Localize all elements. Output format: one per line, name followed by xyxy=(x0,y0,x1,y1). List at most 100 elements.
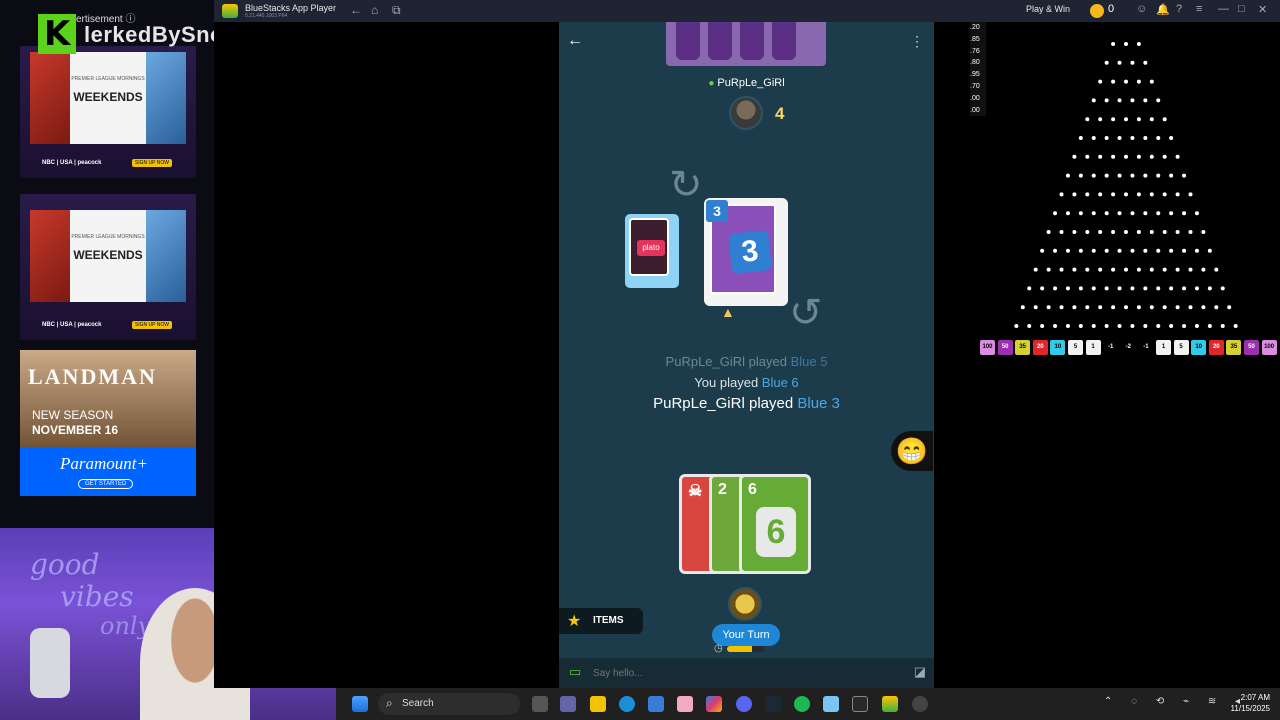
get-started-button[interactable]: GET STARTED xyxy=(78,479,134,489)
items-button[interactable]: ★ ITEMS xyxy=(559,608,643,634)
plinko-peg xyxy=(1124,79,1128,84)
system-tray[interactable]: ⌃ ◌ ⟲ ⌁ ≋ ◂ xyxy=(1104,696,1248,707)
taskbar-clock[interactable]: 2:07 AM 11/15/2025 xyxy=(1231,692,1270,714)
plinko-peg xyxy=(1194,324,1199,328)
opponent-avatar[interactable] xyxy=(729,96,763,130)
obs-icon[interactable] xyxy=(912,696,928,712)
plinko-bucket: 35 xyxy=(1226,340,1242,355)
plinko-bucket: 50 xyxy=(1244,340,1259,355)
notepad-icon[interactable] xyxy=(823,696,839,712)
plinko-peg xyxy=(1072,192,1077,197)
task-view-icon[interactable] xyxy=(532,696,548,712)
spotify-icon[interactable] xyxy=(794,696,810,712)
emoji-button[interactable]: 😁 xyxy=(891,431,933,471)
plinko-peg xyxy=(1156,286,1161,291)
plinko-peg xyxy=(1040,324,1045,328)
app-icon[interactable] xyxy=(677,696,693,712)
log-card: Blue 5 xyxy=(790,354,828,369)
store-icon[interactable] xyxy=(648,696,664,712)
minimize-icon[interactable]: — xyxy=(1218,3,1229,15)
turn-timer xyxy=(727,646,765,652)
plinko-peg xyxy=(1020,305,1025,310)
uno-game-panel: ← ⋮ ● PuRpLe_GiRl 4 ↻ ↺ plato 3 3 ▲ PuRp… xyxy=(559,22,934,688)
plinko-peg xyxy=(1143,136,1148,140)
taskbar-search[interactable]: ⌕ Search xyxy=(378,693,520,715)
plinko-peg xyxy=(1098,230,1103,234)
ad-title: WEEKENDS xyxy=(73,248,143,262)
plinko-peg xyxy=(1111,42,1116,46)
player-avatar[interactable] xyxy=(728,587,762,621)
sticker-icon[interactable]: ◪ xyxy=(914,664,926,680)
close-icon[interactable]: ✕ xyxy=(1258,3,1267,16)
file-explorer-icon[interactable] xyxy=(590,696,606,712)
play-log-entry: You played Blue 6 xyxy=(559,375,934,390)
copilot-icon[interactable] xyxy=(706,696,722,712)
plinko-peg xyxy=(1194,248,1199,253)
bluestacks-taskbar-icon[interactable] xyxy=(882,696,898,712)
maximize-icon[interactable]: □ xyxy=(1238,3,1245,15)
ad-signup-button[interactable]: SIGN UP NOW xyxy=(131,321,172,329)
teams-icon[interactable] xyxy=(560,696,576,712)
chat-input[interactable] xyxy=(593,664,873,682)
plinko-peg xyxy=(1027,286,1032,291)
help-icon[interactable]: ? xyxy=(1176,3,1182,15)
notification-icon[interactable]: 🔔 xyxy=(1156,3,1170,16)
plinko-peg xyxy=(1124,154,1128,159)
plinko-peg xyxy=(1091,173,1096,178)
plinko-peg xyxy=(1130,211,1135,216)
plinko-bucket: 5 xyxy=(1068,340,1083,355)
plinko-bucket: 1 xyxy=(1156,340,1171,355)
plinko-peg xyxy=(1098,305,1103,310)
hand-card[interactable]: 6 6 xyxy=(739,474,811,574)
ad-weekends-2[interactable]: PREMIER LEAGUE MORNINGS WEEKENDS NBC | U… xyxy=(20,194,196,340)
plinko-peg xyxy=(1156,324,1161,328)
back-icon[interactable]: ← xyxy=(350,3,362,17)
plinko-peg xyxy=(1098,117,1103,122)
ad-weekends-1[interactable]: PREMIER LEAGUE MORNINGS WEEKENDS NBC | U… xyxy=(20,46,196,178)
epic-games-icon[interactable] xyxy=(852,696,868,712)
edge-icon[interactable] xyxy=(619,696,635,712)
recent-apps-icon[interactable]: ⧉ xyxy=(392,3,401,18)
plinko-peg xyxy=(1091,211,1096,216)
menu-icon[interactable]: ≡ xyxy=(1196,3,1202,15)
plinko-bucket: 5 xyxy=(1173,340,1189,355)
ad-signup-button[interactable]: SIGN UP NOW xyxy=(131,159,172,167)
plinko-peg xyxy=(1182,248,1187,253)
start-icon[interactable] xyxy=(352,696,368,712)
home-icon[interactable]: ⌂ xyxy=(371,3,378,17)
plinko-peg xyxy=(1143,60,1148,65)
plinko-peg xyxy=(1104,98,1109,103)
plinko-peg xyxy=(1169,248,1174,253)
plinko-peg xyxy=(1117,324,1122,328)
more-menu-icon[interactable]: ⋮ xyxy=(910,33,924,50)
plinko-peg xyxy=(1104,136,1109,140)
draw-pile[interactable]: plato xyxy=(625,214,679,288)
discord-icon[interactable] xyxy=(736,696,752,712)
plinko-peg xyxy=(1188,192,1193,197)
plinko-bucket: 50 xyxy=(997,340,1013,355)
plinko-peg xyxy=(1169,211,1174,216)
back-arrow-icon[interactable]: ← xyxy=(567,32,583,50)
coin-count: 0 xyxy=(1108,3,1115,15)
log-text: You played xyxy=(694,375,762,390)
plinko-peg xyxy=(1033,305,1038,310)
plinko-peg xyxy=(1059,192,1064,197)
plinko-peg xyxy=(1169,173,1174,178)
plinko-bucket: 35 xyxy=(1015,340,1031,355)
plinko-peg xyxy=(1117,98,1122,103)
ad-footer: NBC | USA | peacock xyxy=(42,160,102,166)
windows-taskbar: ⌕ Search ⌃ ◌ ⟲ ⌁ ≋ ◂ 2:07 AM 11/15/2025 xyxy=(336,688,1280,720)
profile-icon[interactable]: ☺ xyxy=(1136,3,1147,15)
play-win-button[interactable]: Play & Win xyxy=(1026,4,1070,14)
plinko-peg xyxy=(1091,286,1096,291)
ad-landman[interactable]: LANDMAN NEW SEASON NOVEMBER 16 Paramount… xyxy=(20,350,196,496)
plinko-peg xyxy=(1149,230,1154,234)
steam-icon[interactable] xyxy=(765,696,781,712)
plinko-peg xyxy=(1098,192,1103,197)
opponent-name-label: PuRpLe_GiRl xyxy=(717,77,785,89)
plinko-peg xyxy=(1175,154,1180,159)
card-number: 6 xyxy=(748,481,757,498)
log-card: Blue 3 xyxy=(797,395,840,412)
plinko-bucket: 20 xyxy=(1032,340,1048,355)
plinko-peg xyxy=(1046,267,1051,272)
